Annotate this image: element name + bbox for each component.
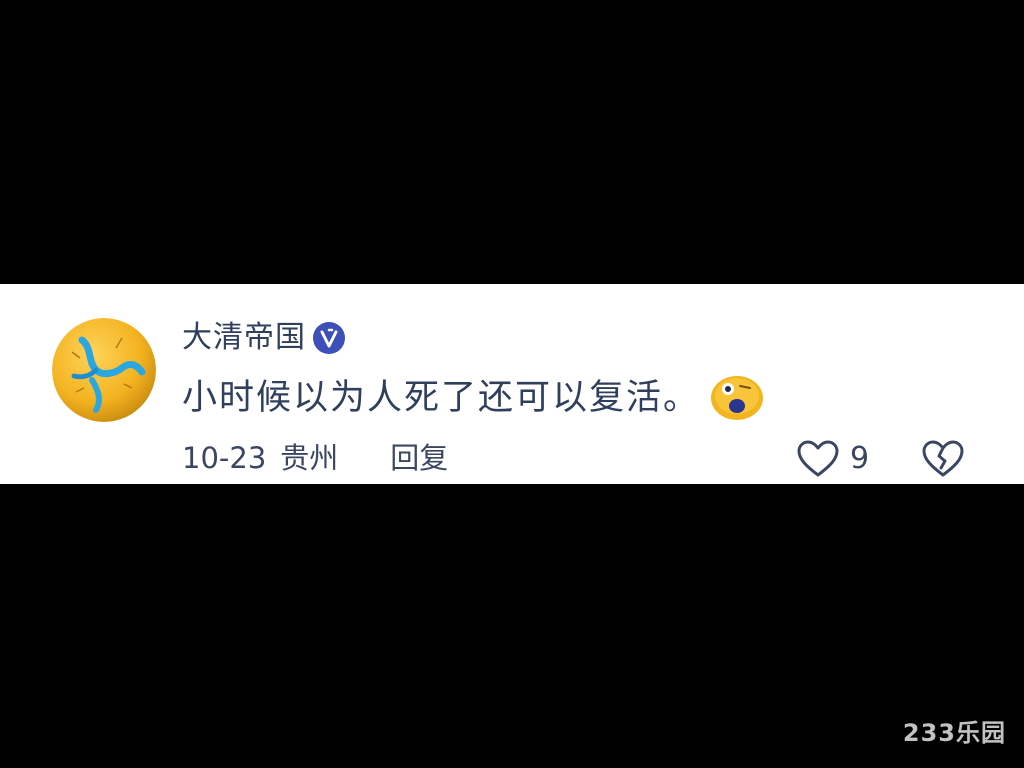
watermark-logo: 233乐园 [902,719,1006,747]
username-row: 大清帝国 [182,318,346,358]
broken-heart-outline-icon[interactable] [920,440,966,478]
meta-row: 10-23 贵州 回复 [182,440,448,476]
avatar[interactable] [52,318,156,422]
like-button[interactable]: 9 [796,440,869,478]
comment-row: 小时候以为人死了还可以复活。 [182,374,764,422]
heart-outline-icon [796,440,840,478]
yellow-shocked-face-emoji-icon [710,374,764,422]
comment-card: 大清帝国 小时候以为人死了还可以复活。 10-23 贵州 回复 9 [0,284,1024,484]
comment-text: 小时候以为人死了还可以复活。 [182,378,701,418]
username[interactable]: 大清帝国 [182,318,306,358]
comment-date: 10-23 [182,441,267,475]
reply-button[interactable]: 回复 [390,440,448,476]
yellow-ball-avatar-icon [52,318,156,422]
comment-location: 贵州 [280,441,339,475]
verified-badge-icon [312,321,346,355]
screen: 大清帝国 小时候以为人死了还可以复活。 10-23 贵州 回复 9 233乐园 [0,0,1024,768]
like-count: 9 [850,441,870,476]
